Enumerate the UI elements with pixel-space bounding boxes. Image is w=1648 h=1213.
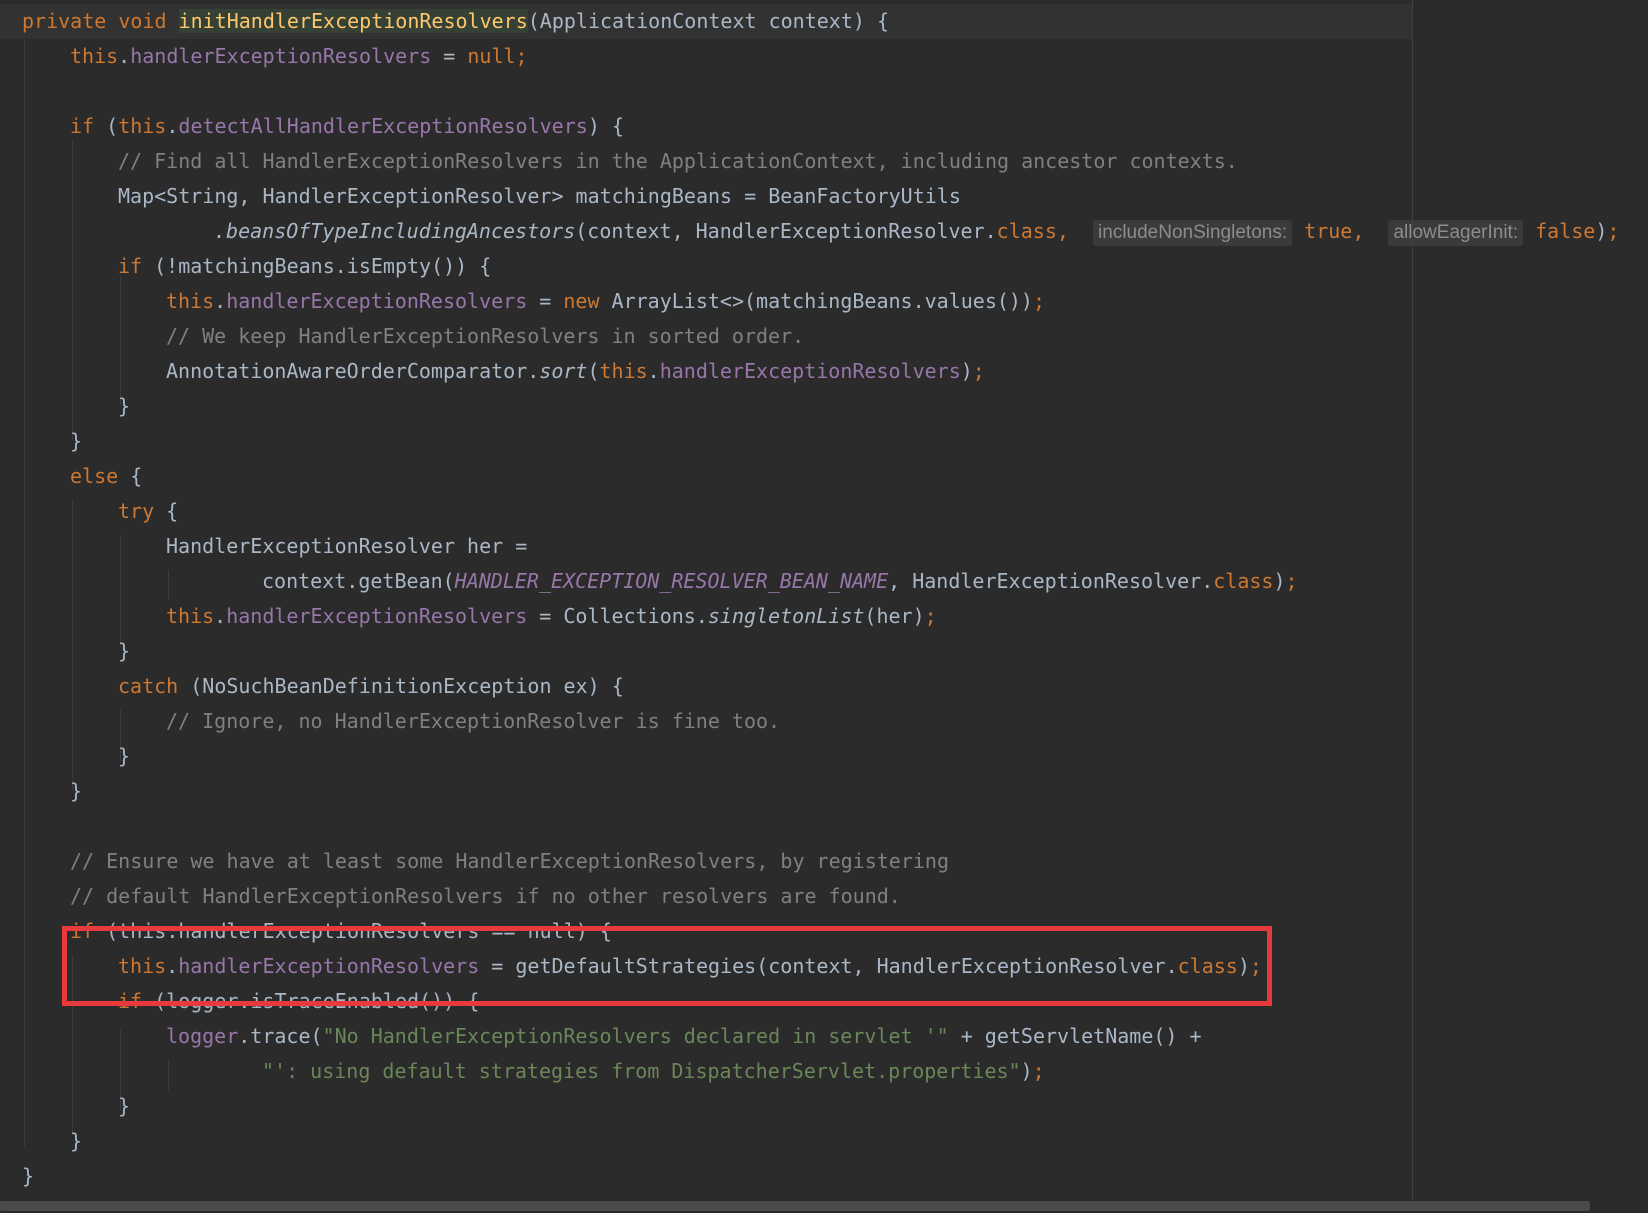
- code-line: this.handlerExceptionResolvers = Collect…: [166, 604, 937, 628]
- code-comment: // Find all HandlerExceptionResolvers in…: [118, 149, 1238, 173]
- scrollbar-thumb[interactable]: [0, 1201, 1590, 1211]
- indent-guide: [24, 36, 25, 1146]
- code-line: private void initHandlerExceptionResolve…: [0, 4, 1412, 39]
- code-line: this.handlerExceptionResolvers = new Arr…: [166, 289, 1046, 313]
- code-line: }: [118, 639, 131, 663]
- indent-guide: [72, 500, 73, 790]
- code-line: AnnotationAwareOrderComparator.sort(this…: [166, 359, 985, 383]
- code-line: }: [70, 779, 83, 803]
- code-comment: // default HandlerExceptionResolvers if …: [70, 884, 901, 908]
- code-line: logger.trace("No HandlerExceptionResolve…: [166, 1024, 1202, 1048]
- code-line: if (this.detectAllHandlerExceptionResolv…: [70, 114, 624, 138]
- code-line: }: [22, 1164, 35, 1188]
- code-line: Map<String, HandlerExceptionResolver> ma…: [118, 184, 961, 208]
- code-comment: // Ensure we have at least some HandlerE…: [70, 849, 949, 873]
- code-line: HandlerExceptionResolver her =: [166, 534, 528, 558]
- code-comment: // We keep HandlerExceptionResolvers in …: [166, 324, 805, 348]
- code-line: this.handlerExceptionResolvers = null;: [70, 44, 528, 68]
- code-comment: // Ignore, no HandlerExceptionResolver i…: [166, 709, 781, 733]
- code-line: }: [118, 1094, 131, 1118]
- code-line: }: [70, 1129, 83, 1153]
- highlight-box: [62, 926, 1272, 1006]
- indent-guide: [120, 275, 121, 405]
- indent-guide: [120, 535, 121, 645]
- parameter-hint: allowEagerInit:: [1388, 220, 1524, 246]
- parameter-hint: includeNonSingletons:: [1093, 220, 1293, 246]
- method-name[interactable]: initHandlerExceptionResolvers: [178, 9, 528, 33]
- indent-guide: [168, 1060, 169, 1090]
- code-line: "': using default strategies from Dispat…: [262, 1059, 1045, 1083]
- code-line: try {: [118, 499, 179, 523]
- code-line: context.getBean(HANDLER_EXCEPTION_RESOLV…: [262, 569, 1298, 593]
- right-margin-guide: [1412, 0, 1413, 1213]
- indent-guide: [72, 140, 73, 440]
- code-line: if (!matchingBeans.isEmpty()) {: [118, 254, 492, 278]
- indent-guide: [168, 570, 169, 600]
- code-line: catch (NoSuchBeanDefinitionException ex)…: [118, 674, 624, 698]
- code-editor[interactable]: private void initHandlerExceptionResolve…: [0, 0, 1648, 1200]
- code-line: else {: [70, 464, 143, 488]
- code-line: }: [118, 744, 131, 768]
- code-line: .beansOfTypeIncludingAncestors(context, …: [214, 214, 1619, 249]
- code-line: }: [70, 429, 83, 453]
- code-line: }: [118, 394, 131, 418]
